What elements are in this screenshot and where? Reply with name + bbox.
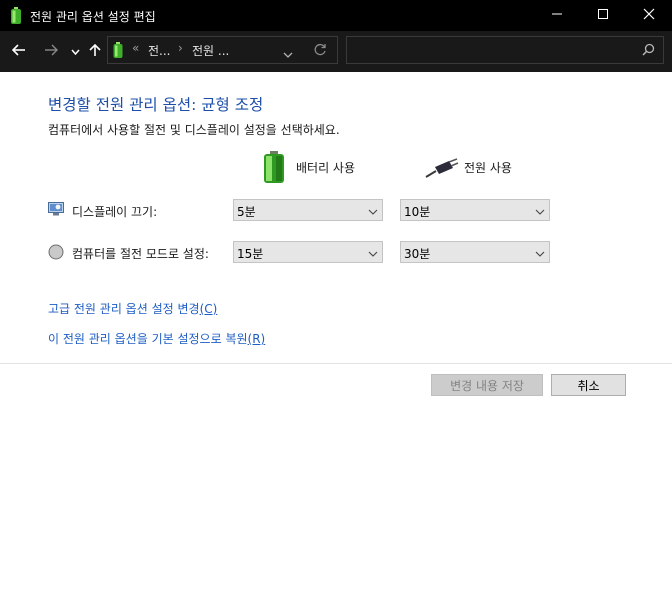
restore-defaults-accelerator: (R) (247, 332, 266, 346)
address-dropdown-icon[interactable] (283, 47, 293, 61)
breadcrumb-overflow[interactable]: « (132, 41, 139, 55)
page-description: 컴퓨터에서 사용할 절전 및 디스플레이 설정을 선택하세요. (48, 123, 340, 137)
address-bar[interactable]: « 전... › 전원 ... (107, 36, 338, 64)
chevron-down-icon (535, 247, 545, 261)
chevron-down-icon (368, 205, 378, 219)
restore-defaults-link-text: 이 전원 관리 옵션을 기본 설정으로 복원 (48, 332, 248, 346)
close-button[interactable] (626, 0, 672, 31)
power-plug-icon (425, 158, 459, 181)
display-off-label: 디스플레이 끄기: (72, 205, 158, 219)
battery-column-header: 배터리 사용 (296, 161, 356, 175)
page-title: 변경할 전원 관리 옵션: 균형 조정 (48, 96, 264, 114)
minimize-button[interactable] (534, 0, 580, 31)
display-off-battery-select[interactable]: 5분 (233, 199, 383, 221)
arrow-up-icon (89, 43, 101, 60)
forward-button[interactable] (40, 39, 62, 63)
up-button[interactable] (86, 39, 104, 63)
breadcrumb-item-2[interactable]: 전원 ... (192, 42, 229, 59)
arrow-left-icon (11, 43, 26, 59)
refresh-icon[interactable] (313, 43, 327, 60)
search-input[interactable] (351, 40, 635, 62)
restore-defaults-link[interactable]: 이 전원 관리 옵션을 기본 설정으로 복원(R) (48, 330, 265, 347)
power-plan-settings: 변경할 전원 관리 옵션: 균형 조정 컴퓨터에서 사용할 절전 및 디스플레이… (0, 72, 672, 593)
back-button[interactable] (8, 39, 30, 63)
advanced-settings-link[interactable]: 고급 전원 관리 옵션 설정 변경(C) (48, 300, 217, 317)
select-value: 10분 (404, 205, 431, 219)
window-title: 전원 관리 옵션 설정 편집 (30, 10, 156, 24)
advanced-settings-accelerator: (C) (199, 302, 218, 316)
battery-icon (263, 151, 285, 186)
chevron-down-icon (70, 44, 80, 58)
sleep-battery-select[interactable]: 15분 (233, 241, 383, 263)
display-off-plugged-select[interactable]: 10분 (400, 199, 550, 221)
advanced-settings-link-text: 고급 전원 관리 옵션 설정 변경 (48, 302, 200, 316)
sleep-plugged-select[interactable]: 30분 (400, 241, 550, 263)
plugged-in-column-header: 전원 사용 (464, 161, 512, 175)
battery-icon (113, 42, 123, 61)
search-icon[interactable] (642, 43, 655, 59)
breadcrumb-item-1[interactable]: 전... (148, 42, 170, 59)
recent-locations-button[interactable] (68, 39, 82, 63)
divider (0, 363, 672, 364)
close-icon (643, 8, 655, 23)
select-value: 30분 (404, 247, 431, 261)
sleep-label: 컴퓨터를 절전 모드로 설정: (72, 247, 209, 261)
sleep-icon (48, 244, 64, 263)
chevron-down-icon (535, 205, 545, 219)
maximize-button[interactable] (580, 0, 626, 31)
select-value: 5분 (237, 205, 256, 219)
maximize-icon (597, 8, 609, 23)
display-icon (48, 202, 64, 219)
search-box[interactable] (346, 36, 664, 64)
breadcrumb-separator: › (178, 41, 183, 55)
battery-app-icon (10, 7, 22, 27)
title-bar: 전원 관리 옵션 설정 편집 (0, 0, 672, 31)
arrow-right-icon (44, 44, 58, 59)
chevron-down-icon (368, 247, 378, 261)
select-value: 15분 (237, 247, 264, 261)
minimize-icon (551, 8, 563, 23)
cancel-button[interactable]: 취소 (551, 374, 626, 396)
navigation-bar: « 전... › 전원 ... (0, 31, 672, 72)
save-changes-button[interactable]: 변경 내용 저장 (431, 374, 543, 396)
